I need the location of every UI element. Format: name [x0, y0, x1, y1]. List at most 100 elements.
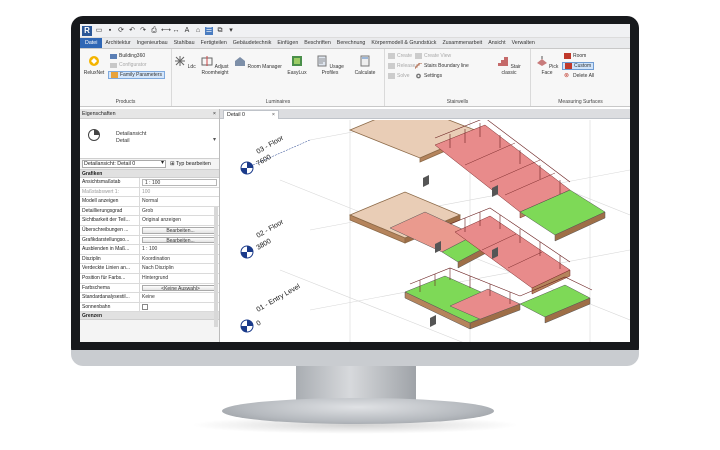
- properties-scrollbar[interactable]: [214, 207, 218, 327]
- monitor-mockup: R ▭ ▪ ⟳ ↶ ↷ ⎙ ⟷ ↔ A ⌂ ☰ ⧉ ▾ Datei Archit…: [0, 0, 720, 450]
- tab-koerpermodell[interactable]: Körpermodell & Grundstück: [368, 38, 439, 48]
- delete-all-button[interactable]: ⊗ Delete All: [564, 73, 594, 79]
- chevron-down-icon[interactable]: ▾: [213, 136, 216, 143]
- stair-classic-icon: [498, 57, 509, 66]
- settings-button[interactable]: Settings: [415, 73, 442, 79]
- level-01-elevation: 0: [256, 320, 263, 328]
- stairs-boundary-line-button[interactable]: Stairs Boundary line: [415, 63, 469, 69]
- color-scheme-button[interactable]: <Keine Auswahl>: [142, 284, 217, 292]
- ldc-button[interactable]: Ldc: [174, 55, 196, 70]
- property-value[interactable]: Keine: [140, 293, 219, 302]
- usage-profiles-button[interactable]: Usage Profiles: [312, 55, 348, 76]
- instance-selector[interactable]: Detailansicht: Detail 0: [82, 160, 166, 168]
- property-value[interactable]: Original anzeigen: [140, 216, 219, 225]
- property-value[interactable]: Koordination: [140, 255, 219, 264]
- type-selector[interactable]: Detailansicht Detail ▾: [80, 119, 219, 159]
- property-row: Farbschema <Keine Auswahl>: [80, 283, 219, 294]
- qat-dropdown-icon[interactable]: ▾: [227, 27, 235, 35]
- calculate-button[interactable]: Calculate: [350, 55, 380, 76]
- sun-path-checkbox[interactable]: [142, 303, 148, 310]
- property-name: Disziplin: [80, 254, 140, 264]
- drawing-viewport[interactable]: 03 - Floor 7600 02 - Floor 3800 01 - Ent…: [220, 120, 630, 342]
- 3d-view-icon[interactable]: ⌂: [194, 27, 202, 35]
- solve-button[interactable]: Solve: [388, 73, 410, 79]
- delete-icon: ⊗: [564, 73, 570, 79]
- edit-type-button[interactable]: ⊞ Typ bearbeiten: [170, 161, 211, 167]
- quick-access-toolbar: R ▭ ▪ ⟳ ↶ ↷ ⎙ ⟷ ↔ A ⌂ ☰ ⧉ ▾: [80, 24, 630, 38]
- create-view-label: Create View: [424, 53, 452, 59]
- save-icon[interactable]: ▪: [106, 27, 114, 35]
- family-parameters-button[interactable]: Family Parameters: [108, 71, 165, 79]
- level-02[interactable]: 02 - Floor 3800: [240, 218, 286, 259]
- property-name: Sichtbarkeit der Teil...: [80, 216, 140, 225]
- room-button[interactable]: Room: [564, 53, 586, 59]
- easylux-label: EasyLux: [287, 70, 307, 76]
- tag-icon[interactable]: A: [183, 27, 191, 35]
- stair-classic-button[interactable]: Stair classic: [491, 55, 527, 76]
- tab-berechnung[interactable]: Berechnung: [334, 38, 369, 48]
- tab-ansicht[interactable]: Ansicht: [485, 38, 508, 48]
- redo-icon[interactable]: ↷: [139, 27, 147, 35]
- open-icon[interactable]: ▭: [95, 27, 103, 35]
- sync-icon[interactable]: ⟳: [117, 27, 125, 35]
- level-01[interactable]: 01 - Entry Level 0: [240, 283, 302, 333]
- create-button[interactable]: Create: [388, 53, 412, 59]
- switch-windows-icon[interactable]: ⧉: [216, 27, 224, 35]
- property-value[interactable]: Normal: [140, 197, 219, 206]
- property-row: Ansichtsmaßstab 1 : 100: [80, 178, 219, 188]
- reluxnet-label: ReluxNet: [83, 70, 105, 76]
- print-icon[interactable]: ⎙: [150, 27, 158, 35]
- app-logo-icon[interactable]: R: [82, 25, 92, 36]
- release-button[interactable]: Release: [388, 63, 415, 69]
- property-value[interactable]: Hintergrund: [140, 274, 219, 283]
- property-value[interactable]: 1 : 100: [142, 179, 217, 186]
- panel-luminaires: Ldc Adjust Roomheight Room Manager EasyL…: [172, 49, 385, 106]
- property-value[interactable]: Nach Disziplin: [140, 264, 219, 273]
- view-tab-label: Detail 0: [227, 112, 245, 118]
- release-icon: [388, 63, 395, 69]
- reluxnet-button[interactable]: ReluxNet: [83, 55, 105, 76]
- tab-beschriften[interactable]: Beschriften: [301, 38, 334, 48]
- calculate-icon: [360, 55, 370, 67]
- dimension-icon[interactable]: ↔: [172, 27, 180, 35]
- tab-gebaeudetechnik[interactable]: Gebäudetechnik: [230, 38, 275, 48]
- tab-zusammenarbeit[interactable]: Zusammenarbeit: [439, 38, 485, 48]
- tab-verwalten[interactable]: Verwalten: [509, 38, 538, 48]
- group-extents[interactable]: Grenzen: [80, 312, 219, 321]
- edit-graphics-button[interactable]: Bearbeiten...: [142, 236, 217, 244]
- property-name: Ausblenden in Maß...: [80, 245, 140, 254]
- easylux-icon: [292, 56, 302, 66]
- undo-icon[interactable]: ↶: [128, 27, 136, 35]
- tab-ingenieurbau[interactable]: Ingenieurbau: [134, 38, 171, 48]
- section-icon[interactable]: ☰: [205, 26, 213, 35]
- tab-datei[interactable]: Datei: [80, 38, 103, 48]
- tab-architektur[interactable]: Architektur: [102, 38, 133, 48]
- building360-button[interactable]: Building360: [110, 53, 145, 59]
- group-graphics[interactable]: Grafiken: [80, 170, 219, 178]
- property-value[interactable]: Grob: [140, 207, 219, 216]
- panel-products-label: Products: [115, 99, 136, 105]
- properties-close-icon[interactable]: ×: [213, 109, 216, 118]
- adjust-roomheight-button[interactable]: Adjust Roomheight: [198, 55, 232, 76]
- property-row: Position für Farbs... Hintergrund: [80, 273, 219, 284]
- property-name: Überschreibungen ...: [80, 225, 140, 235]
- create-view-button[interactable]: Create View: [415, 53, 451, 59]
- view-tab-close-icon[interactable]: ×: [272, 111, 275, 119]
- reluxnet-icon: [89, 56, 99, 66]
- easylux-button[interactable]: EasyLux: [284, 55, 310, 76]
- tab-stahlbau[interactable]: Stahlbau: [171, 38, 198, 48]
- level-03[interactable]: 03 - Floor 7600: [240, 134, 311, 175]
- edit-overrides-button[interactable]: Bearbeiten...: [142, 226, 217, 234]
- room-icon: [564, 53, 571, 59]
- configurator-button[interactable]: Configurator: [110, 62, 147, 68]
- property-value[interactable]: 1 : 100: [140, 245, 219, 254]
- custom-button[interactable]: Custom: [562, 62, 595, 70]
- room-manager-button[interactable]: Room Manager: [234, 55, 282, 70]
- tab-einfuegen[interactable]: Einfügen: [274, 38, 301, 48]
- tab-fertigteilen[interactable]: Fertigteilen: [198, 38, 230, 48]
- property-name: Modell anzeigen: [80, 197, 140, 206]
- pick-face-button[interactable]: Pick Face: [533, 55, 561, 76]
- edit-type-label: Typ bearbeiten: [175, 161, 211, 167]
- view-tab-detail-0[interactable]: Detail 0 ×: [223, 110, 279, 119]
- measure-icon[interactable]: ⟷: [161, 27, 171, 35]
